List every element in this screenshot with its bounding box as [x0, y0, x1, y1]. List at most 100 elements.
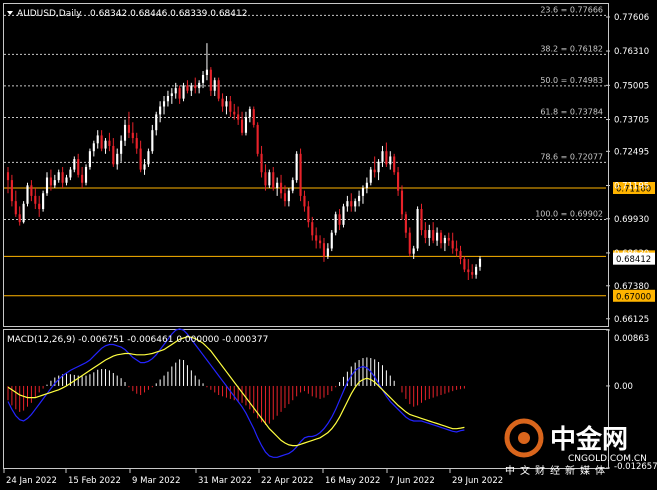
candle-body	[159, 106, 162, 115]
candle-body	[22, 203, 25, 223]
candle-body	[217, 80, 220, 99]
candle-body	[174, 88, 177, 94]
candle-body	[135, 138, 138, 149]
price-level-label: 0.67000	[616, 292, 651, 302]
candle-body	[209, 69, 212, 91]
date-tick-label: 31 Mar 2022	[198, 476, 252, 486]
candle-body	[123, 124, 127, 141]
candle-body	[439, 232, 443, 244]
candle-body	[170, 93, 173, 96]
candle-body	[408, 232, 411, 254]
candle-body	[260, 153, 263, 173]
candle-body	[92, 143, 95, 152]
trading-chart[interactable]: 23.6 = 0.77666 38.2 = 0.76182 50.0 = 0.749…	[0, 0, 657, 490]
candle-body	[65, 177, 68, 183]
price-tick-label: 0.71195	[614, 182, 649, 192]
price-tick-label: 0.75005	[614, 81, 649, 91]
candle-body	[151, 130, 154, 152]
candle-body	[201, 74, 205, 83]
candle-body	[276, 182, 279, 188]
date-tick-label: 22 Apr 2022	[261, 476, 314, 486]
price-tick-label: 0.76310	[614, 47, 649, 57]
candle-body	[42, 193, 45, 210]
candle-body	[393, 156, 396, 173]
price-tick-label: 0.72495	[614, 147, 649, 157]
candle-body	[322, 243, 326, 257]
macd-header: MACD(12,26,9) -0.006751 -0.006461 0.0000…	[7, 335, 268, 345]
fib-level-label: 38.2 = 0.76182	[540, 44, 603, 53]
ohlc-values: 0.68342 0.68446 0.68339 0.68412	[90, 9, 247, 19]
candle-body	[248, 109, 251, 118]
candle-body	[155, 114, 158, 131]
candle-body	[471, 272, 474, 275]
candle-body	[166, 96, 170, 102]
watermark-domain: CNGOLD.COM.CN	[568, 454, 647, 464]
candle-body	[88, 151, 91, 167]
candle-body	[45, 177, 49, 194]
candle-body	[178, 88, 181, 99]
cngold-logo-center	[518, 432, 530, 444]
candle-body	[338, 214, 341, 225]
candle-body	[475, 266, 478, 275]
candle-body	[299, 153, 302, 196]
candle-body	[34, 195, 37, 204]
candle-body	[100, 135, 103, 149]
macd-tick-label: 0.00863	[614, 334, 649, 344]
candle-body	[424, 230, 427, 238]
candle-body	[53, 180, 56, 186]
date-tick-label: 7 Jun 2022	[389, 476, 435, 486]
candle-body	[81, 174, 84, 183]
candle-body	[57, 172, 60, 181]
fib-level-label: 78.6 = 0.72077	[540, 152, 603, 161]
candle-body	[252, 109, 255, 125]
fib-level-label: 100.0 = 0.69902	[535, 209, 603, 218]
candle-body	[342, 206, 345, 225]
candle-body	[361, 188, 365, 196]
candle-body	[26, 185, 29, 204]
candle-body	[186, 85, 189, 91]
candle-body	[279, 182, 283, 194]
candle-body	[272, 172, 275, 188]
date-tick-label: 24 Jan 2022	[6, 476, 57, 486]
candle-body	[30, 185, 33, 196]
candle-body	[389, 156, 392, 165]
candle-body	[108, 140, 111, 146]
candle-body	[428, 230, 431, 238]
fib-level-label: 50.0 = 0.74983	[540, 76, 603, 85]
candle-body	[397, 172, 400, 191]
candle-body	[264, 172, 267, 186]
watermark-logo-text: 中金网	[550, 424, 628, 455]
candle-body	[291, 180, 294, 191]
candle-body	[432, 230, 435, 241]
candle-body	[451, 240, 454, 249]
candle-body	[182, 85, 185, 99]
candle-body	[225, 101, 228, 107]
macd-tick-label: 0.00	[614, 382, 633, 392]
candle-body	[131, 132, 134, 139]
price-tick-label: 0.77606	[614, 13, 649, 23]
candle-body	[96, 135, 99, 144]
candle-body	[455, 248, 458, 252]
candle-body	[120, 140, 123, 154]
date-tick-label: 16 May 2022	[325, 476, 380, 486]
fib-level-label: 23.6 = 0.77666	[540, 5, 603, 14]
candle-body	[233, 111, 236, 115]
candle-body	[369, 169, 372, 183]
candle-body	[237, 114, 240, 120]
candle-body	[287, 190, 290, 202]
candle-body	[404, 214, 407, 233]
candle-body	[147, 151, 150, 165]
candle-body	[244, 117, 248, 133]
watermark-tagline: 中文财经新媒体	[505, 464, 610, 477]
candle-body	[61, 172, 64, 183]
candle-body	[213, 80, 216, 91]
candle-body	[365, 182, 368, 188]
candle-body	[162, 101, 166, 107]
fib-level-label: 61.8 = 0.73784	[540, 107, 603, 116]
candle-body	[49, 177, 52, 186]
chart-header: AUDUSD,Daily 0.68342 0.68446 0.68339 0.6…	[7, 9, 247, 19]
candle-body	[127, 124, 130, 133]
candle-body	[463, 258, 466, 270]
candle-body	[205, 69, 209, 75]
candle-body	[330, 232, 333, 249]
